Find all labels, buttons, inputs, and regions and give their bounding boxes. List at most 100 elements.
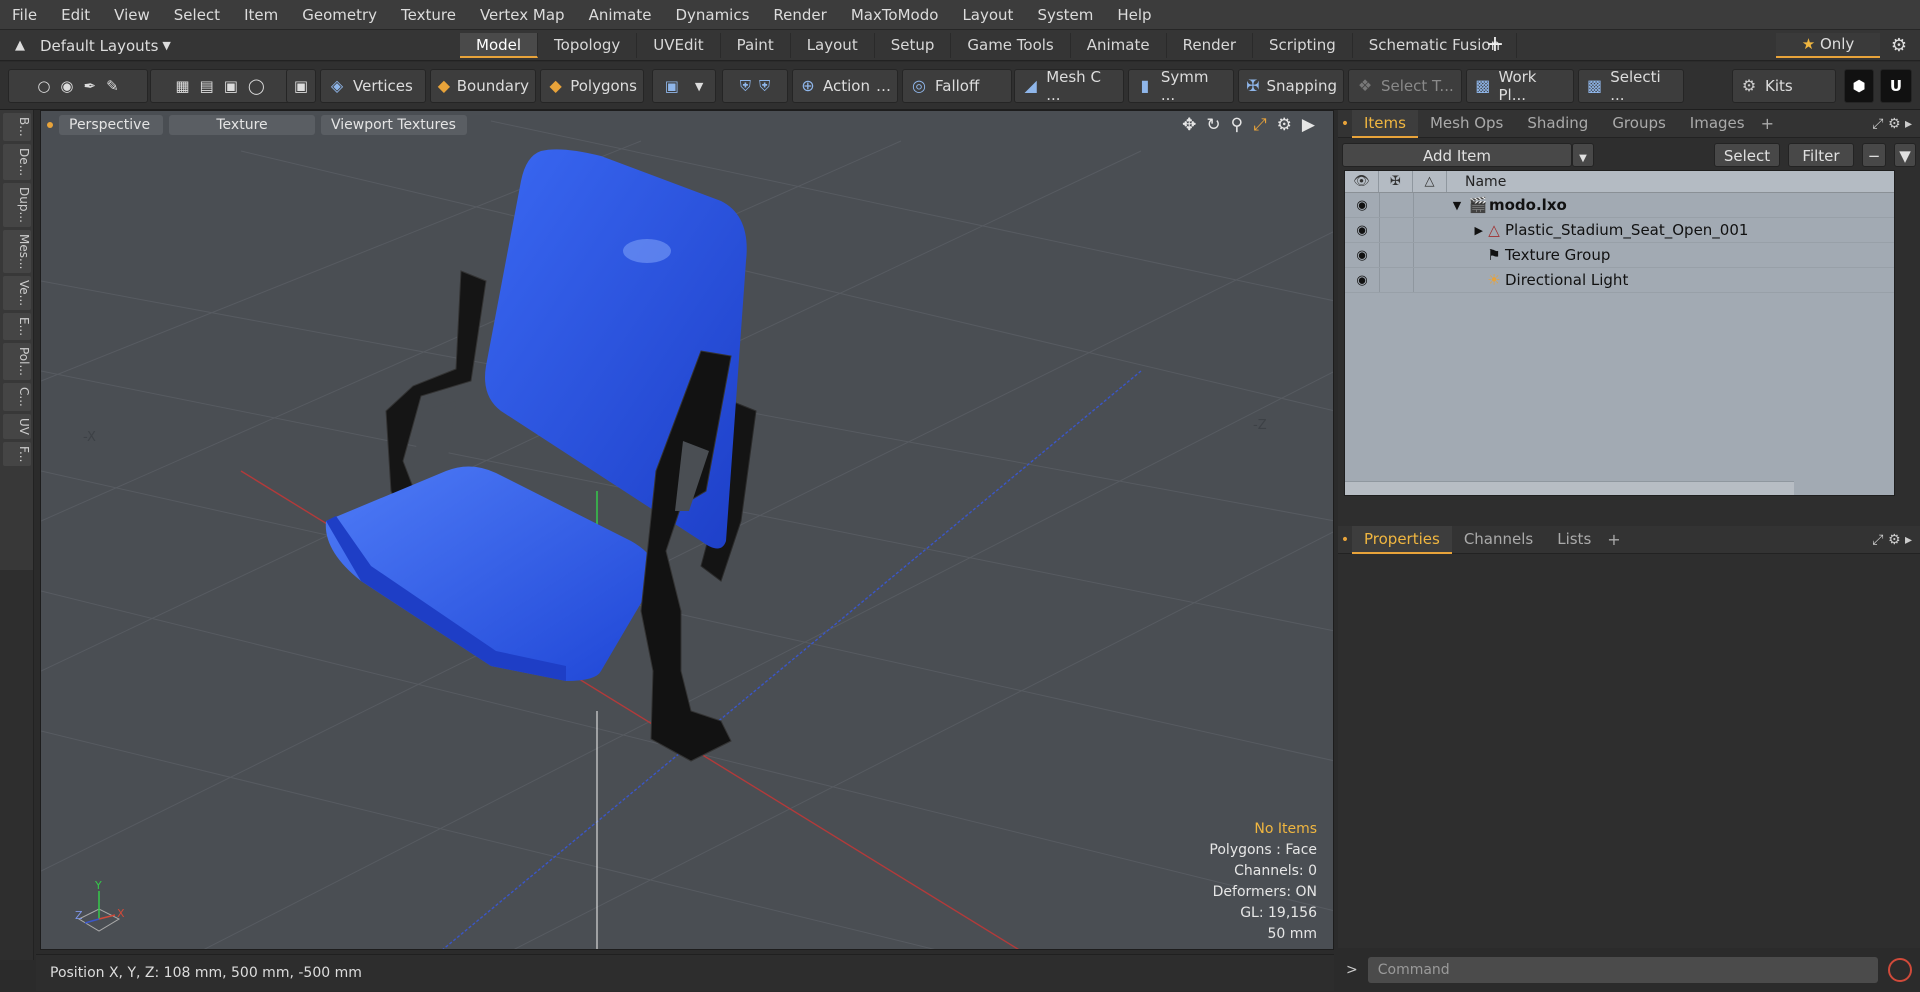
- panel-gear-icon[interactable]: ⚙: [1888, 532, 1901, 548]
- grid-icon[interactable]: ▤: [200, 77, 214, 95]
- menu-item[interactable]: Item: [232, 0, 290, 30]
- panel-more-icon[interactable]: ▸: [1905, 532, 1912, 548]
- tab-scripting[interactable]: Scripting: [1253, 33, 1353, 58]
- only-toggle[interactable]: ★ Only: [1776, 33, 1880, 58]
- tree-row-scene[interactable]: ◉ ▼ 🎬 modo.lxo: [1345, 193, 1894, 218]
- gear-icon[interactable]: ⚙: [1884, 33, 1914, 58]
- material-mode-dropdown[interactable]: ▣ ▼: [652, 69, 716, 103]
- eye-icon[interactable]: ◉: [1345, 223, 1379, 238]
- lock-column-icon[interactable]: ✠: [1379, 171, 1413, 192]
- falloff-button[interactable]: ◎ Falloff: [902, 69, 1012, 103]
- tab-render[interactable]: Render: [1167, 33, 1254, 58]
- collapse-all-icon[interactable]: −: [1862, 143, 1886, 167]
- vertices-button[interactable]: ◈ Vertices: [320, 69, 426, 103]
- move-icon[interactable]: ▦: [175, 77, 189, 95]
- collapse-icon[interactable]: ▲: [0, 38, 40, 53]
- menu-help[interactable]: Help: [1105, 0, 1163, 30]
- eye-icon[interactable]: ◉: [1345, 198, 1379, 213]
- menu-file[interactable]: File: [0, 0, 49, 30]
- menu-select[interactable]: Select: [162, 0, 232, 30]
- eye-icon[interactable]: ◉: [1345, 273, 1379, 288]
- add-item-dropdown[interactable]: ▼: [1572, 143, 1594, 167]
- menu-view[interactable]: View: [102, 0, 162, 30]
- tree-row-light[interactable]: ◉ ☀ Directional Light: [1345, 268, 1894, 293]
- tab-mesh-ops[interactable]: Mesh Ops: [1418, 110, 1515, 138]
- sidebar-tab[interactable]: Ve...: [3, 276, 31, 311]
- sidebar-tab[interactable]: Pol...: [3, 343, 31, 381]
- command-input[interactable]: Command: [1367, 956, 1878, 983]
- tab-images[interactable]: Images: [1678, 110, 1757, 138]
- mesh-constraint-button[interactable]: ◢ Mesh C ...: [1014, 68, 1124, 104]
- funnel-icon[interactable]: ▼: [1894, 143, 1916, 167]
- tab-shading[interactable]: Shading: [1515, 110, 1600, 138]
- snapping-button[interactable]: ✠ Snapping: [1238, 69, 1344, 103]
- sidebar-tab[interactable]: UV: [3, 414, 31, 440]
- add-tab-icon[interactable]: +: [1607, 530, 1620, 549]
- rotate-icon[interactable]: ▣: [224, 77, 238, 95]
- shield-check-icon[interactable]: ⛨: [759, 77, 770, 95]
- orbit-icon[interactable]: ↻: [1206, 115, 1220, 135]
- tab-setup[interactable]: Setup: [875, 33, 952, 58]
- pen-icon[interactable]: ✒: [84, 77, 97, 95]
- add-tab-icon[interactable]: +: [1761, 114, 1774, 133]
- work-plane-button[interactable]: ▩ Work Pl...: [1466, 68, 1574, 104]
- texture-button[interactable]: Texture: [169, 115, 315, 135]
- tab-properties[interactable]: Properties: [1352, 525, 1452, 554]
- expand-arrow-icon[interactable]: ▼: [1447, 199, 1467, 212]
- symmetry-button[interactable]: ▮ Symm ...: [1128, 68, 1234, 104]
- menu-system[interactable]: System: [1025, 0, 1105, 30]
- filter-button[interactable]: Filter: [1788, 143, 1854, 167]
- tree-row-texture-group[interactable]: ◉ ⚑ Texture Group: [1345, 243, 1894, 268]
- tab-layout[interactable]: Layout: [791, 33, 875, 58]
- pan-icon[interactable]: ✥: [1182, 115, 1196, 135]
- modo-logo-button[interactable]: ⬢: [1844, 69, 1874, 103]
- globe-icon[interactable]: ◉: [60, 77, 73, 95]
- tab-animate[interactable]: Animate: [1071, 33, 1167, 58]
- tree-row-mesh[interactable]: ◉ ▶ △ Plastic_Stadium_Seat_Open_001: [1345, 218, 1894, 243]
- selection-sets-button[interactable]: ▩ Selecti ...: [1578, 68, 1684, 104]
- sidebar-tab[interactable]: Mes...: [3, 229, 31, 274]
- sidebar-tab[interactable]: C...: [3, 383, 31, 412]
- menu-geometry[interactable]: Geometry: [290, 0, 389, 30]
- viewport-more-icon[interactable]: ▶: [1302, 115, 1315, 135]
- viewport-gear-icon[interactable]: ⚙: [1277, 115, 1292, 135]
- brush-icon[interactable]: ✎: [106, 77, 119, 95]
- zoom-icon[interactable]: ⚲: [1231, 115, 1243, 135]
- sidebar-tab[interactable]: B...: [3, 113, 31, 141]
- tab-model[interactable]: Model: [460, 33, 539, 58]
- tab-uvedit[interactable]: UVEdit: [637, 33, 721, 58]
- name-column-header[interactable]: Name: [1447, 174, 1506, 190]
- select-button[interactable]: Select: [1714, 143, 1780, 167]
- panel-gear-icon[interactable]: ⚙: [1888, 116, 1901, 132]
- tab-paint[interactable]: Paint: [721, 33, 791, 58]
- menu-render[interactable]: Render: [761, 0, 838, 30]
- tab-items[interactable]: Items: [1352, 109, 1418, 138]
- polygons-button[interactable]: ◆ Polygons: [540, 69, 644, 103]
- sidebar-tab[interactable]: E...: [3, 313, 31, 341]
- circle-select-icon[interactable]: ○: [37, 77, 50, 95]
- locator-column-icon[interactable]: △: [1413, 171, 1447, 192]
- tab-topology[interactable]: Topology: [538, 33, 638, 58]
- sidebar-tab[interactable]: Dup...: [3, 182, 31, 227]
- layout-dropdown[interactable]: ▲ Default Layouts ▼: [0, 30, 171, 61]
- unreal-button[interactable]: U: [1880, 69, 1912, 103]
- visibility-column-icon[interactable]: 👁: [1345, 171, 1379, 192]
- expand-icon[interactable]: ⤢: [1872, 116, 1883, 132]
- tab-groups[interactable]: Groups: [1600, 110, 1677, 138]
- tab-channels[interactable]: Channels: [1452, 526, 1545, 554]
- select-through-button[interactable]: ❖ Select T...: [1348, 69, 1462, 103]
- menu-edit[interactable]: Edit: [49, 0, 102, 30]
- add-tab-button[interactable]: +: [1482, 33, 1508, 58]
- kits-button[interactable]: ⚙ Kits: [1732, 69, 1836, 103]
- expand-arrow-icon[interactable]: ▶: [1447, 224, 1483, 237]
- shield-icon[interactable]: ⛨: [740, 77, 751, 95]
- maximize-icon[interactable]: ⤢: [1253, 115, 1267, 135]
- add-item-button[interactable]: Add Item: [1342, 143, 1572, 167]
- sidebar-tab[interactable]: De...: [3, 143, 31, 180]
- menu-maxtomodo[interactable]: MaxToModo: [839, 0, 951, 30]
- sidebar-tab[interactable]: F...: [3, 442, 31, 467]
- menu-dynamics[interactable]: Dynamics: [663, 0, 761, 30]
- menu-layout[interactable]: Layout: [950, 0, 1025, 30]
- panel-more-icon[interactable]: ▸: [1905, 116, 1912, 132]
- item-mode-button[interactable]: ▣: [286, 69, 316, 103]
